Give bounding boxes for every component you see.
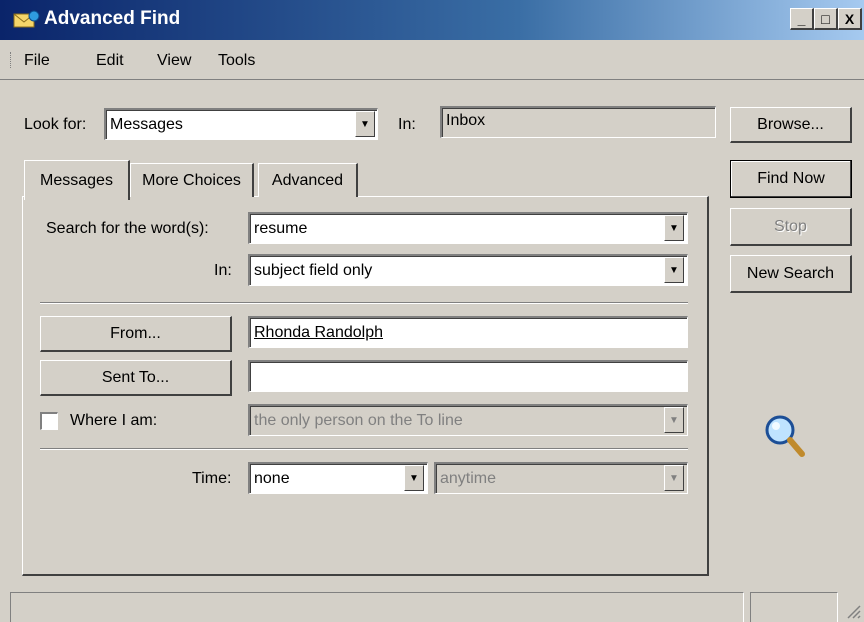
- search-value: resume: [254, 219, 308, 237]
- time-range-value: anytime: [440, 469, 497, 487]
- envelope-icon: [13, 10, 40, 28]
- in-folder-field: Inbox: [440, 106, 716, 138]
- sent-to-field[interactable]: [248, 360, 688, 392]
- time-select[interactable]: none: [248, 462, 428, 494]
- where-i-am-checkbox[interactable]: [40, 412, 58, 430]
- where-i-am-dropdown-icon: ▼: [664, 407, 684, 433]
- where-i-am-select: the only person on the To line: [248, 404, 688, 436]
- in-field-label: In:: [214, 262, 232, 279]
- time-label: Time:: [192, 470, 232, 487]
- magnifier-icon: [765, 415, 805, 457]
- new-search-button[interactable]: New Search: [730, 255, 852, 293]
- separator: [40, 302, 688, 304]
- menu-bar: [0, 40, 864, 80]
- tab-advanced[interactable]: Advanced: [258, 163, 358, 197]
- browse-button[interactable]: Browse...: [730, 107, 852, 143]
- find-now-button[interactable]: Find Now: [730, 160, 852, 198]
- look-for-select[interactable]: Messages: [104, 108, 378, 140]
- time-range-dropdown-icon: ▼: [664, 465, 684, 491]
- where-i-am-label: Where I am:: [70, 412, 158, 429]
- search-dropdown-icon[interactable]: ▼: [664, 215, 684, 241]
- in-field-select[interactable]: subject field only: [248, 254, 688, 286]
- in-field-dropdown-icon[interactable]: ▼: [664, 257, 684, 283]
- maximize-button[interactable]: □: [814, 8, 838, 30]
- window-title: Advanced Find: [44, 8, 181, 29]
- close-button[interactable]: X: [838, 8, 862, 30]
- look-for-value: Messages: [110, 115, 183, 133]
- menu-view[interactable]: View: [157, 52, 191, 70]
- status-bar: [10, 592, 744, 622]
- menu-tools[interactable]: Tools: [218, 52, 255, 70]
- time-value: none: [254, 469, 290, 487]
- sent-to-button[interactable]: Sent To...: [40, 360, 232, 396]
- resize-grip-icon[interactable]: [842, 600, 862, 620]
- menu-file[interactable]: File: [24, 52, 50, 70]
- stop-button[interactable]: Stop: [730, 208, 852, 246]
- from-field[interactable]: Rhonda Randolph: [248, 316, 688, 348]
- in-folder-label: In:: [398, 116, 416, 133]
- time-dropdown-icon[interactable]: ▼: [404, 465, 424, 491]
- where-i-am-value: the only person on the To line: [254, 411, 463, 429]
- status-bar-section: [750, 592, 838, 622]
- tab-more-choices[interactable]: More Choices: [130, 163, 254, 197]
- search-input[interactable]: resume: [248, 212, 688, 244]
- from-value[interactable]: Rhonda Randolph: [254, 324, 383, 342]
- separator: [40, 448, 688, 450]
- menu-grip-icon[interactable]: [10, 52, 13, 68]
- look-for-label: Look for:: [24, 116, 87, 133]
- in-folder-value: Inbox: [446, 112, 486, 129]
- in-field-value: subject field only: [254, 261, 373, 279]
- from-button[interactable]: From...: [40, 316, 232, 352]
- search-label: Search for the word(s):: [46, 220, 209, 237]
- time-range-select: anytime: [434, 462, 688, 494]
- look-for-dropdown-icon[interactable]: ▼: [355, 111, 375, 137]
- minimize-button[interactable]: _: [790, 8, 814, 30]
- tab-messages[interactable]: Messages: [24, 160, 130, 200]
- menu-edit[interactable]: Edit: [96, 52, 124, 70]
